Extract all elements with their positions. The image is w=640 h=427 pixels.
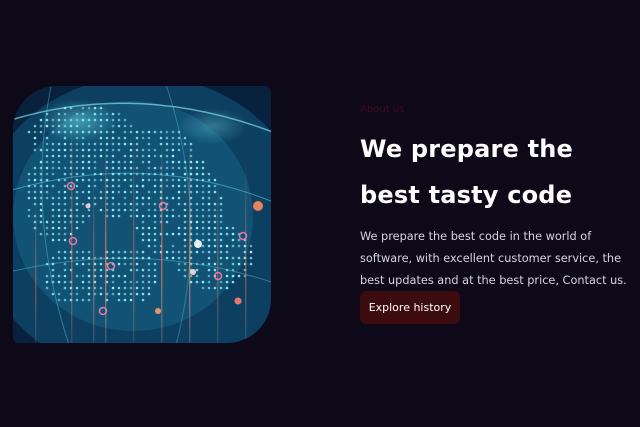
section-eyebrow: About us xyxy=(360,104,405,115)
section-heading: We prepare the best tasty code xyxy=(360,135,574,209)
explore-history-button[interactable]: Explore history xyxy=(360,291,460,324)
section-description: We prepare the best code in the world of… xyxy=(360,230,627,287)
about-section: About us We prepare the best tasty code … xyxy=(360,104,630,292)
digital-globe-image xyxy=(13,86,271,343)
